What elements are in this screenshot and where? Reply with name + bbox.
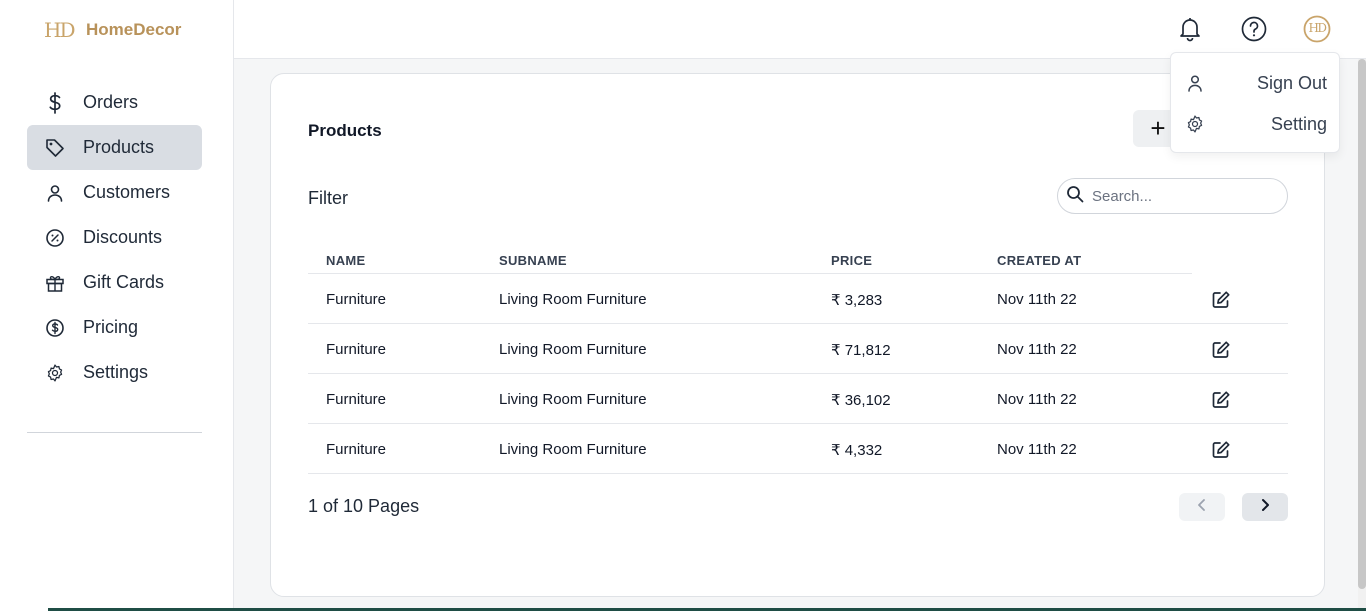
table-row: Furniture Living Room Furniture ₹ 36,102… xyxy=(308,374,1288,424)
table-row: Furniture Living Room Furniture ₹ 71,812… xyxy=(308,324,1288,374)
cell-price: ₹ 3,283 xyxy=(831,292,883,309)
cell-price: ₹ 71,812 xyxy=(831,342,891,359)
sidebar-divider xyxy=(27,432,202,433)
gear-icon xyxy=(44,362,66,384)
table-row: Furniture Living Room Furniture ₹ 3,283 … xyxy=(308,274,1288,324)
brand[interactable]: HD HomeDecor xyxy=(44,18,181,42)
edit-icon[interactable] xyxy=(1211,390,1231,410)
chevron-right-icon xyxy=(1259,498,1271,517)
cell-name: Furniture xyxy=(326,391,387,408)
cell-subname: Living Room Furniture xyxy=(499,291,647,308)
help-icon[interactable] xyxy=(1239,14,1269,44)
cell-subname: Living Room Furniture xyxy=(499,341,647,358)
user-icon xyxy=(1185,73,1205,93)
menu-item-label: Sign Out xyxy=(1256,73,1327,93)
sidebar-item-label: Settings xyxy=(83,362,149,382)
edit-icon[interactable] xyxy=(1211,340,1231,360)
avatar[interactable]: HD xyxy=(1302,14,1332,44)
scrollbar-thumb[interactable] xyxy=(1358,59,1366,589)
bell-icon[interactable] xyxy=(1175,14,1205,44)
sidebar-item-gift-cards[interactable]: Gift Cards xyxy=(27,260,202,305)
sidebar-item-orders[interactable]: Orders xyxy=(27,80,202,125)
sidebar-nav: Orders Products Customers Discounts Gift… xyxy=(27,80,202,395)
user-menu: Sign Out Setting xyxy=(1170,52,1340,153)
pagination-text: 1 of 10 Pages xyxy=(308,496,420,516)
chevron-left-icon xyxy=(1196,498,1208,517)
cell-name: Furniture xyxy=(326,341,387,358)
cell-created-at: Nov 11th 22 xyxy=(997,341,1077,358)
edit-icon[interactable] xyxy=(1211,440,1231,460)
dollar-icon xyxy=(44,91,66,114)
dollar-circle-icon xyxy=(44,317,66,339)
search-icon xyxy=(1066,185,1084,208)
cell-created-at: Nov 11th 22 xyxy=(997,291,1077,308)
sidebar-item-label: Gift Cards xyxy=(83,272,165,292)
topbar: HD xyxy=(234,0,1366,59)
products-table: NAME SUBNAME PRICE CREATED AT Furniture … xyxy=(308,246,1288,474)
cell-name: Furniture xyxy=(326,441,387,458)
percent-badge-icon xyxy=(44,227,66,249)
cell-price: ₹ 36,102 xyxy=(831,392,891,409)
brand-name: HomeDecor xyxy=(86,20,182,39)
column-header-created-at[interactable]: CREATED AT xyxy=(997,253,1081,268)
products-card: Products + Filter NAME SUBNAME PRICE CRE… xyxy=(270,73,1325,597)
sidebar-item-pricing[interactable]: Pricing xyxy=(27,305,202,350)
brand-logo: HD xyxy=(44,18,75,42)
next-page-button[interactable] xyxy=(1242,493,1288,521)
cell-created-at: Nov 11th 22 xyxy=(997,441,1077,458)
gear-icon xyxy=(1185,114,1205,134)
column-header-price[interactable]: PRICE xyxy=(831,253,872,268)
user-icon xyxy=(44,182,66,204)
sidebar-item-label: Discounts xyxy=(83,227,163,247)
table-header: NAME SUBNAME PRICE CREATED AT xyxy=(308,246,1192,274)
cell-subname: Living Room Furniture xyxy=(499,391,647,408)
cell-subname: Living Room Furniture xyxy=(499,441,647,458)
cell-price: ₹ 4,332 xyxy=(831,442,883,459)
sign-out-menu-item[interactable]: Sign Out xyxy=(1171,65,1341,101)
sidebar-item-label: Orders xyxy=(83,92,139,112)
sidebar-item-discounts[interactable]: Discounts xyxy=(27,215,202,260)
cell-name: Furniture xyxy=(326,291,387,308)
tag-icon xyxy=(44,137,66,159)
menu-item-label: Setting xyxy=(1270,114,1327,134)
sidebar-item-products[interactable]: Products xyxy=(27,125,202,170)
gift-icon xyxy=(44,272,66,294)
search-box[interactable] xyxy=(1057,178,1288,214)
sidebar: HD HomeDecor Orders Products Customers D… xyxy=(0,0,234,611)
sidebar-item-label: Products xyxy=(83,137,155,157)
sidebar-item-customers[interactable]: Customers xyxy=(27,170,202,215)
edit-icon[interactable] xyxy=(1211,290,1231,310)
previous-page-button[interactable] xyxy=(1179,493,1225,521)
filter-label[interactable]: Filter xyxy=(308,188,348,209)
setting-menu-item[interactable]: Setting xyxy=(1171,106,1341,142)
sidebar-item-label: Customers xyxy=(83,182,171,202)
sidebar-item-settings[interactable]: Settings xyxy=(27,350,202,395)
search-input[interactable] xyxy=(1092,187,1272,205)
column-header-subname[interactable]: SUBNAME xyxy=(499,253,567,268)
avatar-initials: HD xyxy=(1308,21,1327,35)
sidebar-item-label: Pricing xyxy=(83,317,139,337)
page-title: Products xyxy=(308,121,382,140)
table-row: Furniture Living Room Furniture ₹ 4,332 … xyxy=(308,424,1288,474)
scrollbar[interactable] xyxy=(1358,59,1366,609)
cell-created-at: Nov 11th 22 xyxy=(997,391,1077,408)
column-header-name[interactable]: NAME xyxy=(326,253,365,268)
